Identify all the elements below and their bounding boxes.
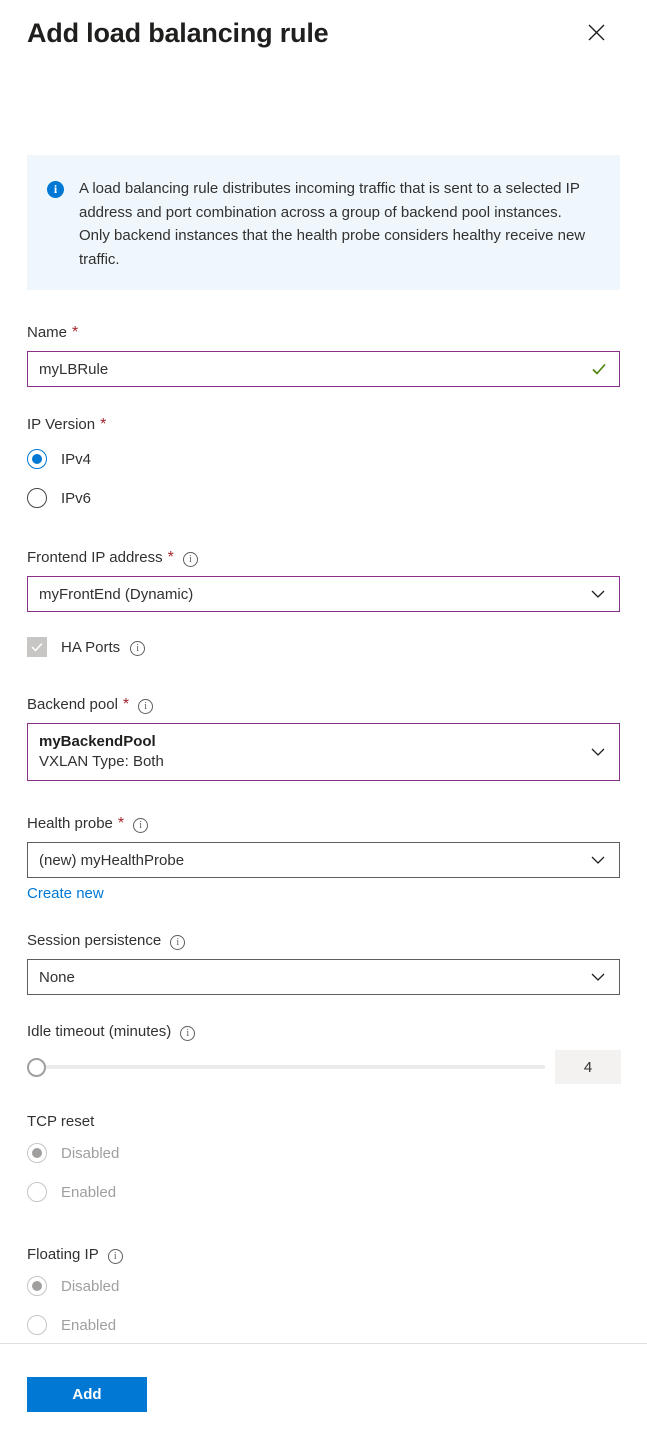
radio-floating-ip-enabled-label: Enabled bbox=[61, 1316, 117, 1334]
required-marker: * bbox=[122, 696, 130, 713]
radio-floating-ip-enabled: Enabled bbox=[27, 1310, 620, 1340]
add-button[interactable]: Add bbox=[27, 1377, 147, 1412]
info-banner: i A load balancing rule distributes inco… bbox=[27, 155, 620, 290]
health-probe-label-text: Health probe bbox=[27, 815, 113, 832]
radio-ipv6[interactable]: IPv6 bbox=[27, 483, 620, 513]
backend-pool-group: Backend pool * i myBackendPool VXLAN Typ… bbox=[27, 695, 620, 781]
chevron-down-icon bbox=[590, 586, 606, 602]
radio-tcp-reset-disabled: Disabled bbox=[27, 1138, 620, 1168]
health-probe-group: Health probe * i (new) myHealthProbe Cre… bbox=[27, 814, 620, 904]
radio-icon-unselected-disabled bbox=[27, 1315, 47, 1335]
info-tooltip-icon[interactable]: i bbox=[170, 934, 186, 950]
chevron-down-icon bbox=[590, 744, 606, 760]
frontend-ip-group: Frontend IP address * i myFrontEnd (Dyna… bbox=[27, 548, 620, 612]
required-marker: * bbox=[167, 549, 174, 566]
name-field-group: Name * myLBRule bbox=[27, 323, 620, 387]
session-persistence-label: Session persistence i bbox=[27, 931, 620, 951]
required-marker: * bbox=[117, 815, 125, 832]
info-tooltip-icon[interactable]: i bbox=[180, 1025, 196, 1041]
name-input[interactable]: myLBRule bbox=[27, 351, 620, 387]
session-persistence-dropdown[interactable]: None bbox=[27, 959, 620, 995]
info-icon: i bbox=[47, 181, 65, 199]
session-persistence-label-text: Session persistence bbox=[27, 932, 162, 949]
frontend-ip-label: Frontend IP address * i bbox=[27, 548, 620, 568]
slider-track bbox=[35, 1065, 545, 1069]
name-label: Name * bbox=[27, 323, 620, 343]
page-title: Add load balancing rule bbox=[27, 18, 329, 48]
radio-ipv4-label: IPv4 bbox=[61, 450, 92, 468]
radio-ipv6-label: IPv6 bbox=[61, 489, 92, 507]
radio-tcp-reset-disabled-label: Disabled bbox=[61, 1144, 120, 1162]
radio-icon-selected-disabled bbox=[27, 1276, 47, 1296]
checkbox-checked-disabled-icon bbox=[27, 637, 47, 657]
radio-icon-selected-disabled bbox=[27, 1143, 47, 1163]
health-probe-label: Health probe * i bbox=[27, 814, 620, 834]
radio-floating-ip-disabled-label: Disabled bbox=[61, 1277, 120, 1295]
radio-icon-unselected-disabled bbox=[27, 1182, 47, 1202]
info-tooltip-icon[interactable]: i bbox=[107, 1248, 123, 1264]
info-tooltip-icon[interactable]: i bbox=[133, 817, 149, 833]
ip-version-label-text: IP Version bbox=[27, 416, 96, 433]
checkmark-icon bbox=[590, 360, 608, 378]
health-probe-dropdown[interactable]: (new) myHealthProbe bbox=[27, 842, 620, 878]
session-persistence-value: None bbox=[39, 968, 75, 986]
radio-icon-unselected bbox=[27, 488, 47, 508]
radio-tcp-reset-enabled: Enabled bbox=[27, 1177, 620, 1207]
floating-ip-group: Floating IP i Disabled Enabled bbox=[27, 1245, 620, 1340]
backend-pool-label: Backend pool * i bbox=[27, 695, 620, 715]
idle-timeout-label-text: Idle timeout (minutes) bbox=[27, 1023, 172, 1040]
close-icon[interactable] bbox=[580, 16, 612, 48]
create-new-health-probe-link[interactable]: Create new bbox=[27, 884, 104, 904]
info-banner-text: A load balancing rule distributes incomi… bbox=[79, 180, 586, 268]
health-probe-value: (new) myHealthProbe bbox=[39, 851, 185, 869]
backend-pool-value-primary: myBackendPool bbox=[39, 733, 156, 750]
backend-pool-value-secondary: VXLAN Type: Both bbox=[39, 753, 164, 770]
radio-floating-ip-disabled: Disabled bbox=[27, 1271, 620, 1301]
ha-ports-label: HA Ports bbox=[61, 638, 121, 656]
radio-ipv4[interactable]: IPv4 bbox=[27, 444, 620, 474]
backend-pool-dropdown[interactable]: myBackendPool VXLAN Type: Both bbox=[27, 723, 620, 781]
idle-timeout-value[interactable]: 4 bbox=[555, 1050, 621, 1084]
idle-timeout-group: Idle timeout (minutes) i 4 bbox=[27, 1022, 621, 1084]
tcp-reset-label-text: TCP reset bbox=[27, 1113, 95, 1130]
info-tooltip-icon[interactable]: i bbox=[130, 640, 146, 656]
floating-ip-label: Floating IP i bbox=[27, 1245, 620, 1265]
session-persistence-group: Session persistence i None bbox=[27, 931, 620, 995]
frontend-ip-value: myFrontEnd (Dynamic) bbox=[39, 585, 194, 603]
ha-ports-group: HA Ports i bbox=[27, 632, 620, 662]
frontend-ip-dropdown[interactable]: myFrontEnd (Dynamic) bbox=[27, 576, 620, 612]
ip-version-label: IP Version * bbox=[27, 415, 620, 435]
idle-timeout-label: Idle timeout (minutes) i bbox=[27, 1022, 620, 1042]
tcp-reset-group: TCP reset Disabled Enabled bbox=[27, 1112, 620, 1207]
frontend-ip-label-text: Frontend IP address bbox=[27, 549, 163, 566]
chevron-down-icon bbox=[590, 969, 606, 985]
required-marker: * bbox=[100, 416, 107, 433]
tcp-reset-label: TCP reset bbox=[27, 1112, 620, 1132]
backend-pool-label-text: Backend pool bbox=[27, 696, 118, 713]
info-tooltip-icon[interactable]: i bbox=[182, 551, 198, 567]
panel-header: Add load balancing rule bbox=[0, 0, 647, 72]
info-tooltip-icon[interactable]: i bbox=[138, 698, 154, 714]
slider-thumb[interactable] bbox=[27, 1058, 46, 1077]
footer-divider bbox=[0, 1343, 647, 1344]
chevron-down-icon bbox=[590, 852, 606, 868]
floating-ip-label-text: Floating IP bbox=[27, 1246, 99, 1263]
idle-timeout-slider[interactable] bbox=[27, 1053, 545, 1081]
add-load-balancing-rule-panel: Add load balancing rule i A load balanci… bbox=[0, 0, 647, 1435]
name-input-value: myLBRule bbox=[39, 360, 109, 378]
radio-icon-selected bbox=[27, 449, 47, 469]
ip-version-group: IP Version * IPv4 IPv6 bbox=[27, 415, 620, 513]
ha-ports-checkbox[interactable]: HA Ports i bbox=[27, 632, 620, 662]
required-marker: * bbox=[72, 324, 79, 341]
radio-tcp-reset-enabled-label: Enabled bbox=[61, 1183, 117, 1201]
name-label-text: Name bbox=[27, 324, 68, 341]
